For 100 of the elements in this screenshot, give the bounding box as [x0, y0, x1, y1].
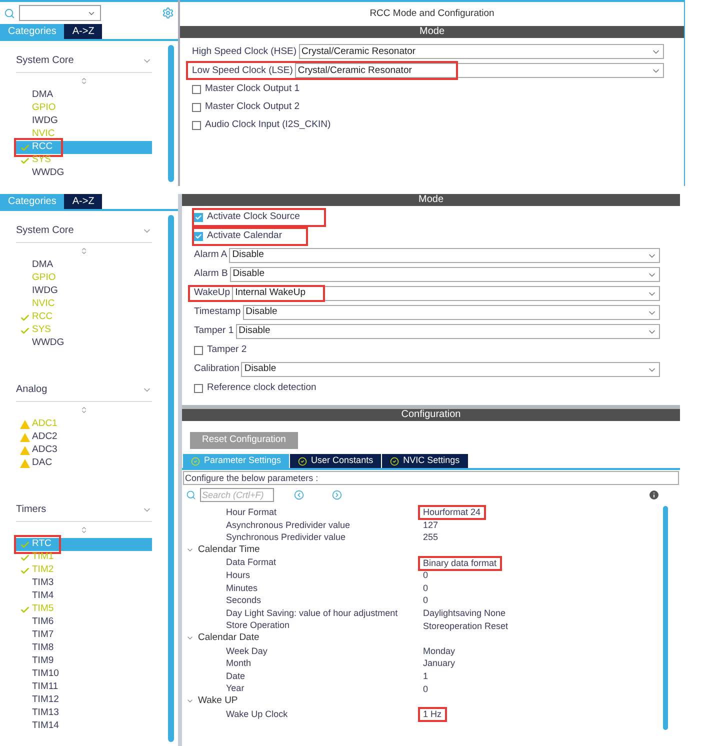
- section-header: Configuration: [182, 409, 680, 421]
- checkbox[interactable]: [194, 346, 203, 355]
- section-header: Mode: [180, 26, 684, 38]
- scrollbar[interactable]: [168, 45, 174, 182]
- sidebar-item[interactable]: ADC2: [32, 430, 58, 445]
- sidebar-tab[interactable]: A->Z: [64, 194, 102, 209]
- check-icon: [195, 233, 202, 240]
- parameter-value[interactable]: January: [420, 658, 458, 670]
- parameter-name: Day Light Saving: value of hour adjustment: [225, 606, 399, 620]
- checkbox[interactable]: [194, 384, 203, 393]
- sidebar-item[interactable]: TIM8: [32, 641, 54, 656]
- sidebar-item[interactable]: DMA: [32, 258, 54, 273]
- dropdown-value: Crystal/Ceramic Resonator: [302, 44, 416, 59]
- checkbox-label: Activate Clock Source: [207, 210, 300, 224]
- check-icon: [195, 214, 202, 221]
- checkbox-label: Tamper 2: [207, 343, 247, 358]
- parameter-value[interactable]: Storeoperation Reset: [420, 620, 512, 632]
- section-title[interactable]: Timers: [16, 502, 46, 517]
- search-icon[interactable]: [4, 8, 15, 18]
- sidebar-item[interactable]: DMA: [32, 88, 54, 103]
- checkbox-label: Activate Calendar: [207, 229, 282, 244]
- sort-icon[interactable]: [80, 77, 88, 85]
- config-tab[interactable]: NVIC Settings: [382, 454, 468, 468]
- search-dropdown[interactable]: [19, 5, 101, 21]
- section-title[interactable]: System Core: [16, 53, 74, 68]
- checkbox-label: Audio Clock Input (I2S_CKIN): [205, 118, 331, 132]
- parameter-value[interactable]: 1: [420, 670, 432, 682]
- search-field[interactable]: Search (Crtl+F): [200, 488, 274, 502]
- parameter-name: Minutes: [225, 582, 259, 595]
- sort-icon[interactable]: [80, 526, 88, 534]
- parameter-value[interactable]: 127: [420, 520, 442, 531]
- sidebar-item[interactable]: TIM9: [32, 654, 54, 669]
- dropdown[interactable]: Disable: [241, 362, 660, 377]
- section-title[interactable]: Analog: [16, 382, 48, 397]
- parameter-value[interactable]: 0: [420, 570, 432, 582]
- sidebar-item[interactable]: TIM10: [32, 667, 59, 682]
- parameter-value[interactable]: Monday: [420, 646, 458, 657]
- previous-icon[interactable]: [294, 490, 304, 500]
- checkbox[interactable]: [192, 84, 201, 94]
- parameter-value[interactable]: Binary data format: [420, 558, 500, 569]
- parameter-value[interactable]: Hourformat 24: [420, 507, 484, 518]
- info-icon[interactable]: [648, 488, 660, 500]
- parameter-name: Year: [225, 682, 246, 696]
- sidebar-item[interactable]: TIM6: [32, 615, 54, 630]
- section-title[interactable]: System Core: [16, 223, 74, 238]
- checkbox[interactable]: [192, 102, 201, 112]
- sort-icon[interactable]: [80, 247, 88, 255]
- parameter-name: Asynchronous Predivider value: [225, 518, 352, 532]
- checkbox-label: Master Clock Output 2: [205, 100, 300, 114]
- dropdown-value: Internal WakeUp: [235, 286, 306, 300]
- checkbox[interactable]: [194, 213, 203, 222]
- sidebar-item[interactable]: DAC: [32, 456, 52, 471]
- sidebar-item[interactable]: IWDG: [32, 114, 58, 129]
- dropdown[interactable]: Disable: [242, 305, 660, 320]
- scrollbar[interactable]: [663, 506, 668, 730]
- sidebar-item[interactable]: TIM11: [32, 680, 58, 695]
- config-tab[interactable]: User Constants: [290, 454, 382, 468]
- group-title: Calendar Time: [198, 542, 260, 557]
- sidebar-item[interactable]: WWDG: [32, 166, 64, 181]
- dropdown[interactable]: Disable: [236, 324, 660, 339]
- dropdown[interactable]: Internal WakeUp: [232, 286, 660, 301]
- sidebar-item[interactable]: TIM12: [32, 693, 59, 708]
- field-label: Timestamp: [194, 305, 242, 320]
- parameter-name: Hour Format: [225, 506, 278, 519]
- sidebar-item[interactable]: WWDG: [32, 336, 64, 351]
- parameter-value[interactable]: 0: [420, 595, 432, 606]
- settings-icon[interactable]: [162, 7, 174, 19]
- search-icon: [186, 490, 196, 500]
- field-label: Tamper 1: [194, 324, 235, 338]
- sidebar-item[interactable]: TIM14: [32, 719, 59, 734]
- parameter-value[interactable]: Daylightsaving None: [420, 608, 509, 619]
- dropdown-value: Crystal/Ceramic Resonator: [298, 64, 412, 78]
- dropdown[interactable]: Crystal/Ceramic Resonator: [298, 44, 664, 60]
- sort-icon[interactable]: [80, 406, 88, 414]
- next-icon[interactable]: [332, 490, 342, 500]
- sidebar-item[interactable]: TIM4: [32, 589, 54, 604]
- parameter-value[interactable]: 0: [420, 684, 432, 695]
- sidebar-tab[interactable]: A->Z: [64, 24, 102, 39]
- sidebar-item[interactable]: TIM3: [32, 576, 54, 591]
- sidebar-item[interactable]: TIM7: [32, 628, 54, 643]
- dropdown[interactable]: Crystal/Ceramic Resonator: [294, 63, 664, 78]
- check-icon: [20, 604, 30, 614]
- checkbox[interactable]: [192, 120, 201, 130]
- status-check-icon: [390, 456, 400, 466]
- sidebar-item[interactable]: IWDG: [32, 284, 58, 299]
- dropdown-value: Disable: [232, 267, 264, 282]
- parameter-value[interactable]: 1 Hz: [420, 708, 445, 720]
- sidebar-item[interactable]: ADC3: [32, 443, 58, 458]
- parameter-name: Hours: [225, 568, 252, 582]
- checkbox[interactable]: [194, 232, 203, 241]
- scrollbar[interactable]: [168, 215, 174, 742]
- dropdown[interactable]: Disable: [229, 248, 660, 263]
- sidebar-item[interactable]: TIM13: [32, 706, 59, 721]
- dropdown-value: Disable: [246, 305, 278, 320]
- status-check-icon: [191, 456, 200, 466]
- parameter-value[interactable]: 255: [420, 532, 442, 544]
- parameter-name: Synchronous Predivider value: [225, 531, 347, 544]
- dropdown[interactable]: Disable: [230, 267, 660, 282]
- parameter-name: Store Operation: [225, 619, 291, 632]
- parameter-value[interactable]: 0: [420, 582, 432, 594]
